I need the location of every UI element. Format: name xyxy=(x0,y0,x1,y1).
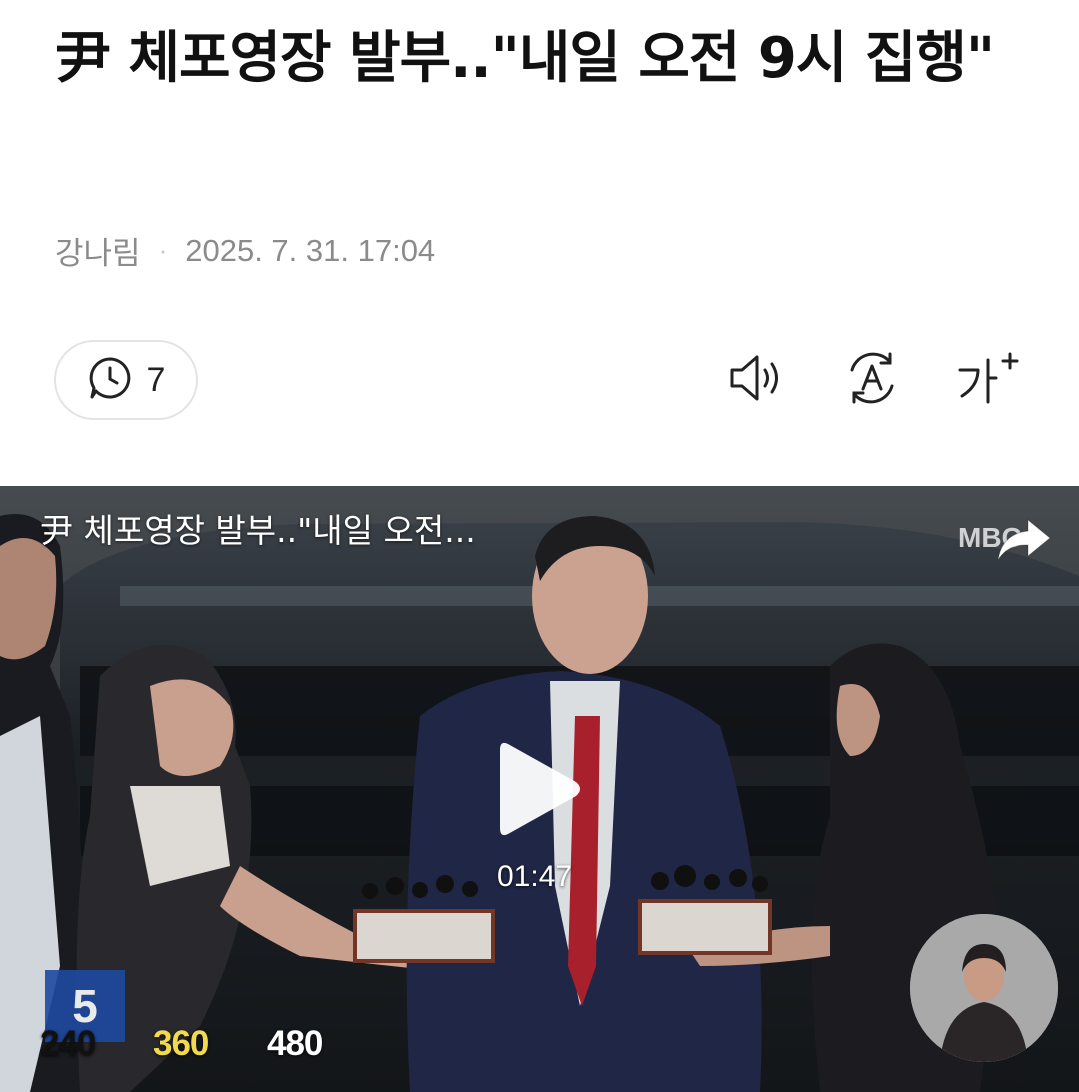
quality-option-480[interactable]: 480 xyxy=(267,1024,323,1064)
quality-option-240[interactable]: 240 xyxy=(40,1024,96,1064)
sign-language-interpreter xyxy=(910,914,1058,1062)
article-headline: 尹 체포영장 발부.."내일 오전 9시 집행" xyxy=(55,26,995,91)
article-byline: 강나림 · 2025. 7. 31. 17:04 xyxy=(55,228,435,273)
auto-translate-icon xyxy=(842,348,902,412)
author-name[interactable]: 강나림 xyxy=(55,228,141,273)
video-player[interactable]: 尹 체포영장 발부.."내일 오전... MBC 01:47 5 240 360… xyxy=(0,486,1079,1092)
speaker-icon xyxy=(727,350,789,410)
comment-count: 7 xyxy=(146,360,166,399)
share-button[interactable] xyxy=(994,516,1052,564)
font-size-icon xyxy=(956,350,1020,410)
text-to-speech-button[interactable] xyxy=(726,348,790,412)
play-button[interactable] xyxy=(490,734,590,844)
share-icon xyxy=(994,518,1052,568)
byline-separator: · xyxy=(158,235,168,265)
comment-icon xyxy=(87,355,133,405)
video-duration: 01:47 xyxy=(497,860,573,893)
publish-datetime: 2025. 7. 31. 17:04 xyxy=(185,232,436,268)
font-size-button[interactable] xyxy=(956,348,1020,412)
comment-button[interactable]: 7 xyxy=(54,340,198,420)
play-icon xyxy=(490,742,590,848)
translate-button[interactable] xyxy=(840,348,904,412)
quality-option-360[interactable]: 360 xyxy=(153,1024,209,1064)
video-title: 尹 체포영장 발부.."내일 오전... xyxy=(40,511,476,550)
